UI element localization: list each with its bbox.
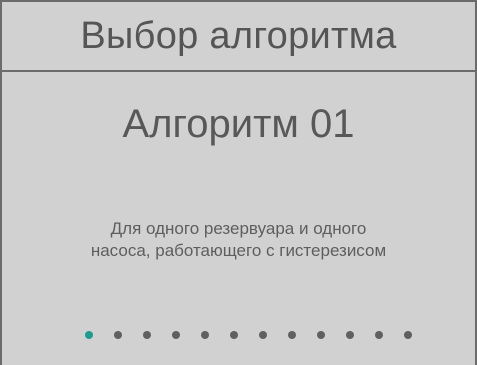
title-bar: Выбор алгоритма bbox=[2, 0, 475, 72]
page-dot[interactable] bbox=[85, 331, 93, 339]
algorithm-description: Для одного резервуара и одного насоса, р… bbox=[90, 219, 387, 260]
page-dot[interactable] bbox=[288, 331, 296, 339]
page-dot[interactable] bbox=[114, 331, 122, 339]
page-dot[interactable] bbox=[346, 331, 354, 339]
page-indicator[interactable] bbox=[85, 331, 433, 339]
page-dot[interactable] bbox=[259, 331, 267, 339]
algorithm-selector-panel: Выбор алгоритма Алгоритм 01 Для одного р… bbox=[0, 0, 477, 365]
page-dot[interactable] bbox=[143, 331, 151, 339]
page-dot[interactable] bbox=[317, 331, 325, 339]
page-dot[interactable] bbox=[230, 331, 238, 339]
page-dot[interactable] bbox=[375, 331, 383, 339]
algorithm-name: Алгоритм 01 bbox=[122, 102, 355, 146]
page-dot[interactable] bbox=[404, 331, 412, 339]
page-title: Выбор алгоритма bbox=[80, 14, 397, 57]
page-dot[interactable] bbox=[201, 331, 209, 339]
page-dot[interactable] bbox=[172, 331, 180, 339]
